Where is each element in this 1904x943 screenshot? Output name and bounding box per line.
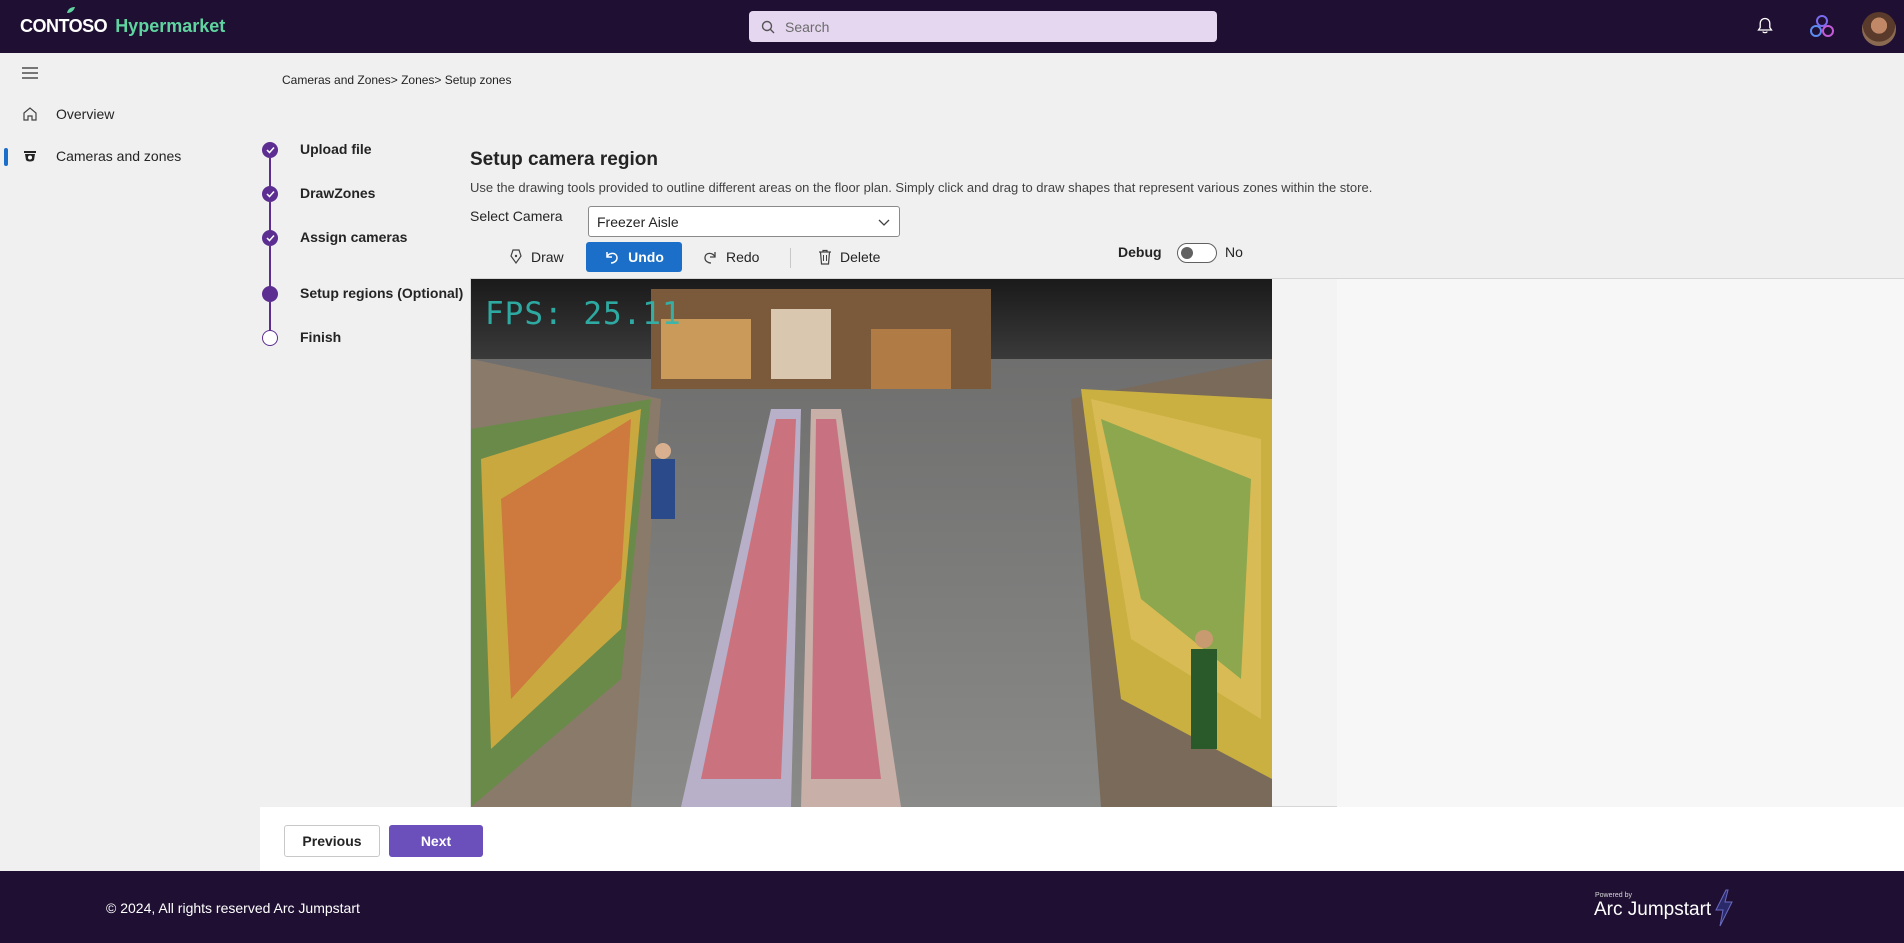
step-label: Setup regions (Optional): [300, 285, 464, 301]
home-icon: [23, 107, 37, 121]
canvas-empty-area: [1337, 279, 1904, 807]
redo-icon: [702, 249, 718, 265]
fps-overlay: FPS: 25.11: [485, 296, 682, 332]
search-box[interactable]: [749, 11, 1217, 42]
search-icon: [761, 20, 775, 33]
step-label: DrawZones: [300, 185, 376, 201]
step-pending-icon: [262, 330, 278, 346]
sidebar-item-label: Overview: [56, 106, 115, 122]
step-label: Upload file: [300, 141, 372, 157]
draw-button-label: Draw: [531, 249, 564, 265]
toolbar-divider: [790, 248, 791, 268]
hamburger-menu-icon[interactable]: [22, 66, 38, 80]
camera-icon: [24, 151, 36, 162]
brand-primary: CONTOSO: [20, 16, 108, 36]
user-avatar[interactable]: [1862, 12, 1896, 46]
camera-feed-image[interactable]: [471, 279, 1272, 807]
sidebar-item-overview[interactable]: Overview: [0, 99, 240, 129]
active-indicator: [4, 148, 8, 166]
step-check-icon: [262, 230, 278, 246]
debug-label: Debug: [1118, 244, 1162, 260]
delete-button[interactable]: Delete: [818, 242, 880, 272]
brand-logo[interactable]: CONTOSO Hypermarket: [20, 7, 226, 37]
lightning-bolt-icon: [1715, 889, 1733, 927]
step-label: Finish: [300, 329, 342, 345]
chevron-down-icon: [878, 219, 890, 226]
powered-by-text: Powered by: [1595, 892, 1632, 899]
pen-icon: [509, 249, 523, 265]
redo-button[interactable]: Redo: [702, 242, 759, 272]
previous-button[interactable]: Previous: [284, 825, 380, 857]
wizard-action-bar: [260, 807, 1904, 871]
page-description: Use the drawing tools provided to outlin…: [470, 180, 1373, 195]
camera-select-value: Freezer Aisle: [597, 213, 679, 230]
step-label: Assign cameras: [300, 229, 408, 245]
step-upload-file[interactable]: Upload file: [262, 140, 372, 160]
step-current-icon: [262, 286, 278, 302]
trash-icon: [818, 249, 832, 265]
brand-secondary: Hypermarket: [115, 16, 226, 36]
step-check-icon: [262, 142, 278, 158]
toggle-knob: [1181, 247, 1193, 259]
next-button[interactable]: Next: [389, 825, 483, 857]
step-assign-cameras[interactable]: Assign cameras: [262, 228, 407, 248]
search-input[interactable]: [785, 18, 1185, 35]
debug-toggle[interactable]: [1177, 243, 1217, 263]
undo-icon: [604, 249, 620, 265]
sidebar-item-label: Cameras and zones: [56, 148, 182, 164]
step-finish[interactable]: Finish: [262, 328, 341, 348]
sidebar-item-cameras-and-zones[interactable]: Cameras and zones: [0, 141, 240, 171]
debug-toggle-state: No: [1225, 244, 1243, 260]
redo-button-label: Redo: [726, 249, 760, 265]
camera-select[interactable]: Freezer Aisle: [588, 206, 900, 237]
arc-jumpstart-brand[interactable]: Arc Jumpstart: [1594, 899, 1711, 921]
step-check-icon: [262, 186, 278, 202]
copilot-icon[interactable]: [1808, 12, 1836, 40]
delete-button-label: Delete: [840, 249, 881, 265]
select-camera-label: Select Camera: [470, 208, 563, 224]
bell-icon[interactable]: [1757, 17, 1773, 35]
step-setup-regions[interactable]: Setup regions (Optional): [262, 284, 463, 304]
step-draw-zones[interactable]: DrawZones: [262, 184, 375, 204]
copyright-text: © 2024, All rights reserved Arc Jumpstar…: [106, 900, 360, 916]
store-aisle-illustration: [471, 279, 1272, 807]
draw-button[interactable]: Draw: [509, 242, 564, 272]
leaf-icon: [67, 7, 75, 13]
page-title: Setup camera region: [470, 149, 658, 170]
breadcrumb[interactable]: Cameras and Zones> Zones> Setup zones: [282, 73, 511, 87]
undo-button-label: Undo: [628, 249, 664, 265]
undo-button[interactable]: Undo: [586, 242, 682, 272]
step-connector: [269, 246, 271, 288]
